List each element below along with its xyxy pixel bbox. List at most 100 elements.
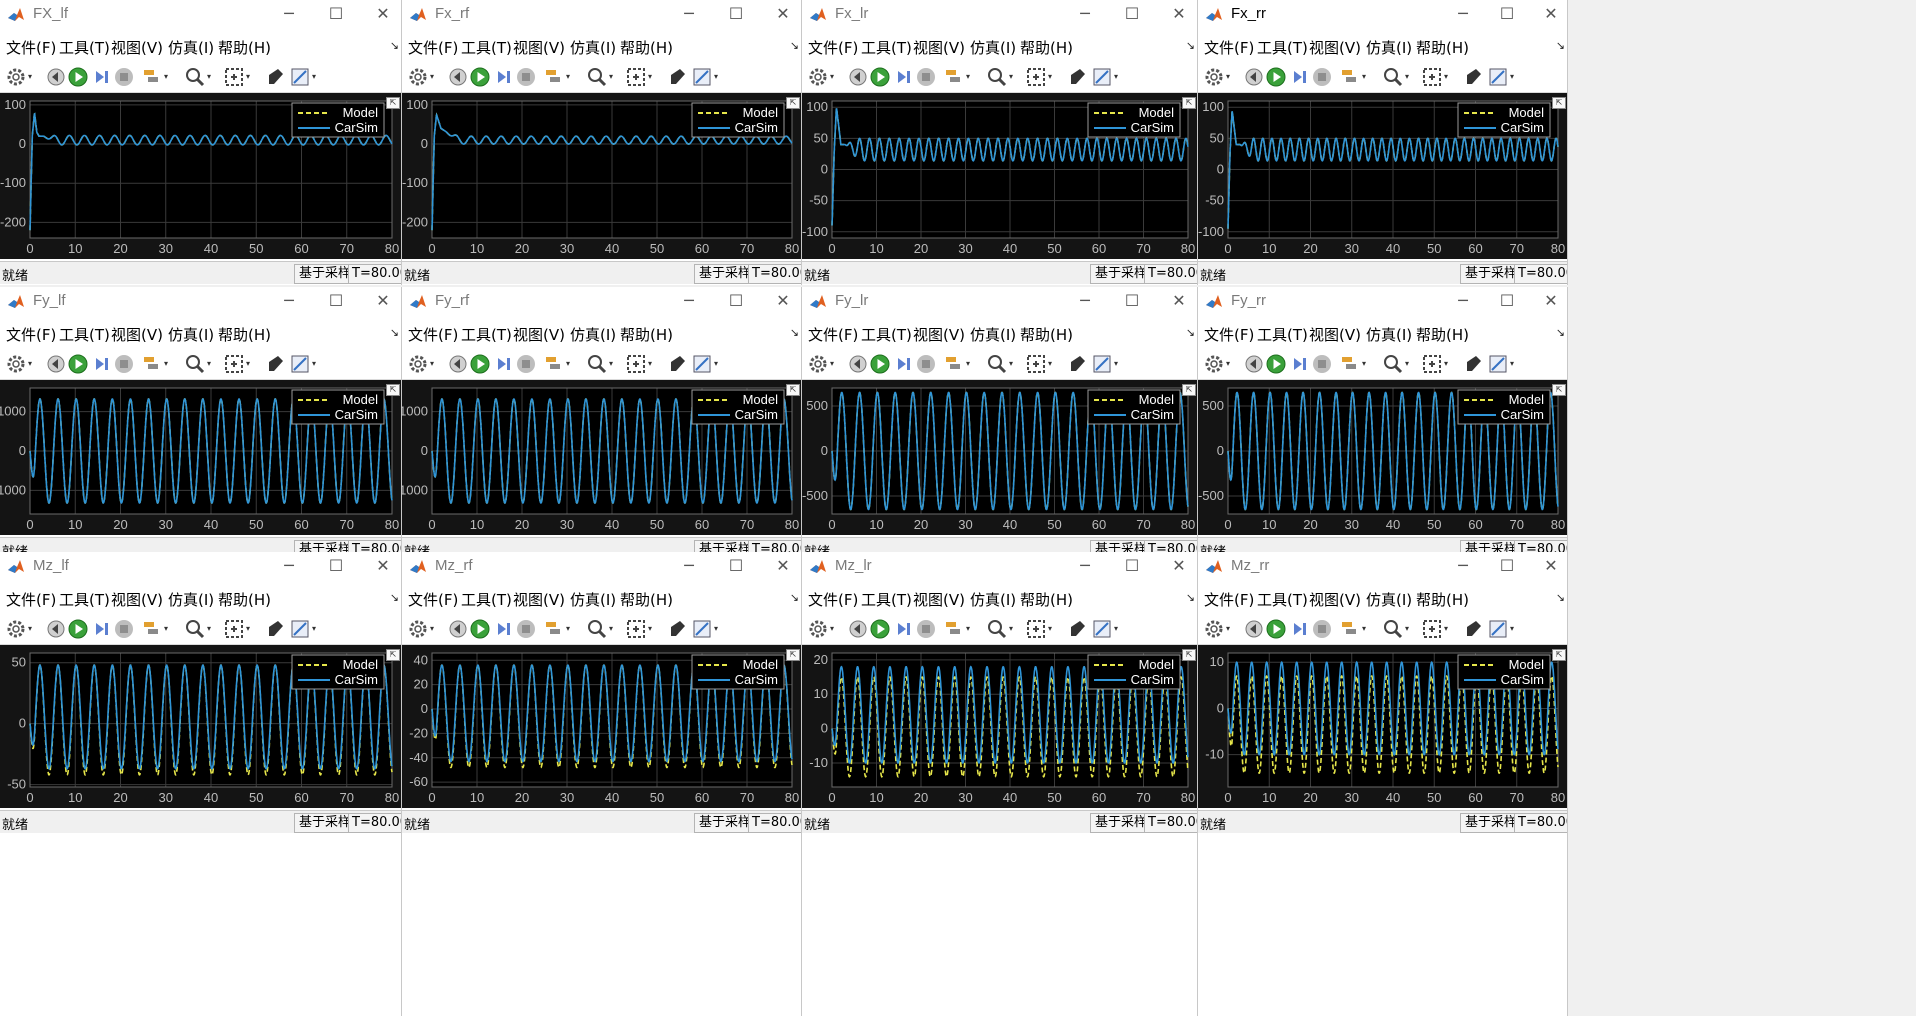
- fit-view-icon[interactable]: [1024, 617, 1048, 641]
- plot-area[interactable]: 0 10 20 30 40 50 60 70 80 100 0 -100 -200 Model CarSim…: [0, 93, 401, 259]
- zoom-icon[interactable]: [985, 65, 1009, 89]
- stop-icon[interactable]: [112, 617, 136, 641]
- maximize-button[interactable]: ☐: [325, 290, 347, 312]
- dropdown-caret-icon[interactable]: ▾: [1226, 352, 1234, 376]
- dropdown-caret-icon[interactable]: ▾: [1444, 617, 1452, 641]
- menu-item-2[interactable]: 视图(V): [513, 324, 565, 345]
- zoom-icon[interactable]: [183, 65, 207, 89]
- run-icon[interactable]: [66, 352, 90, 376]
- menu-overflow-icon[interactable]: ↘: [1556, 326, 1565, 339]
- menu-item-3[interactable]: 仿真(I): [570, 324, 616, 345]
- title-bar[interactable]: Mz_rr ─ ☐ ✕: [1198, 552, 1567, 580]
- undock-icon[interactable]: ⇱: [1552, 649, 1566, 661]
- cursor-measure-icon[interactable]: [1462, 352, 1486, 376]
- highlight-icon[interactable]: [140, 65, 164, 89]
- menu-item-1[interactable]: 工具(T): [59, 37, 110, 58]
- gear-icon[interactable]: [1202, 352, 1226, 376]
- fit-view-icon[interactable]: [624, 352, 648, 376]
- maximize-button[interactable]: ☐: [325, 555, 347, 577]
- stop-icon[interactable]: [1310, 352, 1334, 376]
- dropdown-caret-icon[interactable]: ▾: [312, 617, 320, 641]
- zoom-icon[interactable]: [585, 65, 609, 89]
- title-bar[interactable]: Fx_rr ─ ☐ ✕: [1198, 0, 1567, 28]
- menu-item-2[interactable]: 视图(V): [913, 324, 965, 345]
- stop-icon[interactable]: [514, 617, 538, 641]
- zoom-icon[interactable]: [1381, 352, 1405, 376]
- run-icon[interactable]: [868, 617, 892, 641]
- dropdown-caret-icon[interactable]: ▾: [566, 352, 574, 376]
- step-back-icon[interactable]: [446, 352, 470, 376]
- minimize-button[interactable]: ─: [1074, 290, 1096, 312]
- menu-item-2[interactable]: 视图(V): [913, 37, 965, 58]
- fit-view-icon[interactable]: [1024, 65, 1048, 89]
- zoom-icon[interactable]: [585, 617, 609, 641]
- menu-item-2[interactable]: 视图(V): [1309, 589, 1361, 610]
- dropdown-caret-icon[interactable]: ▾: [28, 617, 36, 641]
- dropdown-caret-icon[interactable]: ▾: [966, 352, 974, 376]
- dropdown-caret-icon[interactable]: ▾: [1009, 352, 1017, 376]
- dropdown-caret-icon[interactable]: ▾: [1009, 617, 1017, 641]
- step-forward-icon[interactable]: [492, 65, 516, 89]
- gear-icon[interactable]: [4, 352, 28, 376]
- menu-item-3[interactable]: 仿真(I): [570, 589, 616, 610]
- menu-item-0[interactable]: 文件(F): [6, 37, 56, 58]
- run-icon[interactable]: [66, 617, 90, 641]
- menu-overflow-icon[interactable]: ↘: [790, 326, 799, 339]
- cursor-measure-icon[interactable]: [1066, 65, 1090, 89]
- menu-item-0[interactable]: 文件(F): [408, 324, 458, 345]
- plot-area[interactable]: 0102030405060708010000-1000ModelCarSim⇱: [0, 380, 401, 535]
- plot-area[interactable]: 0 10 20 30 40 50 60 70 80 100 50 0 -50 -100 Model CarSi…: [802, 93, 1197, 259]
- dropdown-caret-icon[interactable]: ▾: [164, 617, 172, 641]
- maximize-button[interactable]: ☐: [1121, 555, 1143, 577]
- dropdown-caret-icon[interactable]: ▾: [164, 352, 172, 376]
- menu-item-2[interactable]: 视图(V): [111, 589, 163, 610]
- fit-view-icon[interactable]: [222, 65, 246, 89]
- gear-icon[interactable]: [806, 65, 830, 89]
- menu-item-1[interactable]: 工具(T): [861, 324, 912, 345]
- undock-icon[interactable]: ⇱: [1552, 384, 1566, 396]
- step-forward-icon[interactable]: [90, 352, 114, 376]
- dropdown-caret-icon[interactable]: ▾: [1226, 65, 1234, 89]
- minimize-button[interactable]: ─: [1452, 555, 1474, 577]
- dropdown-caret-icon[interactable]: ▾: [566, 617, 574, 641]
- menu-item-1[interactable]: 工具(T): [1257, 324, 1308, 345]
- dropdown-caret-icon[interactable]: ▾: [1444, 352, 1452, 376]
- plot-area[interactable]: 0102030405060708010000-1000ModelCarSim⇱: [402, 380, 801, 535]
- zoom-icon[interactable]: [1381, 65, 1405, 89]
- zoom-icon[interactable]: [183, 617, 207, 641]
- undock-icon[interactable]: ⇱: [386, 97, 400, 109]
- menu-item-1[interactable]: 工具(T): [461, 37, 512, 58]
- fit-view-icon[interactable]: [1420, 65, 1444, 89]
- undock-icon[interactable]: ⇱: [1182, 649, 1196, 661]
- menu-item-3[interactable]: 仿真(I): [168, 324, 214, 345]
- run-icon[interactable]: [468, 352, 492, 376]
- menu-item-4[interactable]: 帮助(H): [620, 37, 673, 58]
- highlight-icon[interactable]: [140, 352, 164, 376]
- menu-item-3[interactable]: 仿真(I): [168, 37, 214, 58]
- fit-view-icon[interactable]: [222, 352, 246, 376]
- menu-item-2[interactable]: 视图(V): [1309, 324, 1361, 345]
- dropdown-caret-icon[interactable]: ▾: [566, 65, 574, 89]
- step-forward-icon[interactable]: [492, 352, 516, 376]
- minimize-button[interactable]: ─: [1452, 3, 1474, 25]
- dropdown-caret-icon[interactable]: ▾: [714, 352, 722, 376]
- gear-icon[interactable]: [406, 617, 430, 641]
- stop-icon[interactable]: [914, 65, 938, 89]
- step-forward-icon[interactable]: [90, 65, 114, 89]
- minimize-button[interactable]: ─: [278, 555, 300, 577]
- style-icon[interactable]: [690, 352, 714, 376]
- gear-icon[interactable]: [1202, 65, 1226, 89]
- style-icon[interactable]: [1486, 65, 1510, 89]
- dropdown-caret-icon[interactable]: ▾: [312, 352, 320, 376]
- maximize-button[interactable]: ☐: [1121, 290, 1143, 312]
- fit-view-icon[interactable]: [624, 617, 648, 641]
- menu-item-3[interactable]: 仿真(I): [1366, 589, 1412, 610]
- menu-item-4[interactable]: 帮助(H): [218, 589, 271, 610]
- menu-item-2[interactable]: 视图(V): [513, 37, 565, 58]
- dropdown-caret-icon[interactable]: ▾: [648, 352, 656, 376]
- menu-item-0[interactable]: 文件(F): [6, 589, 56, 610]
- highlight-icon[interactable]: [542, 352, 566, 376]
- dropdown-caret-icon[interactable]: ▾: [1405, 352, 1413, 376]
- run-icon[interactable]: [1264, 352, 1288, 376]
- style-icon[interactable]: [690, 617, 714, 641]
